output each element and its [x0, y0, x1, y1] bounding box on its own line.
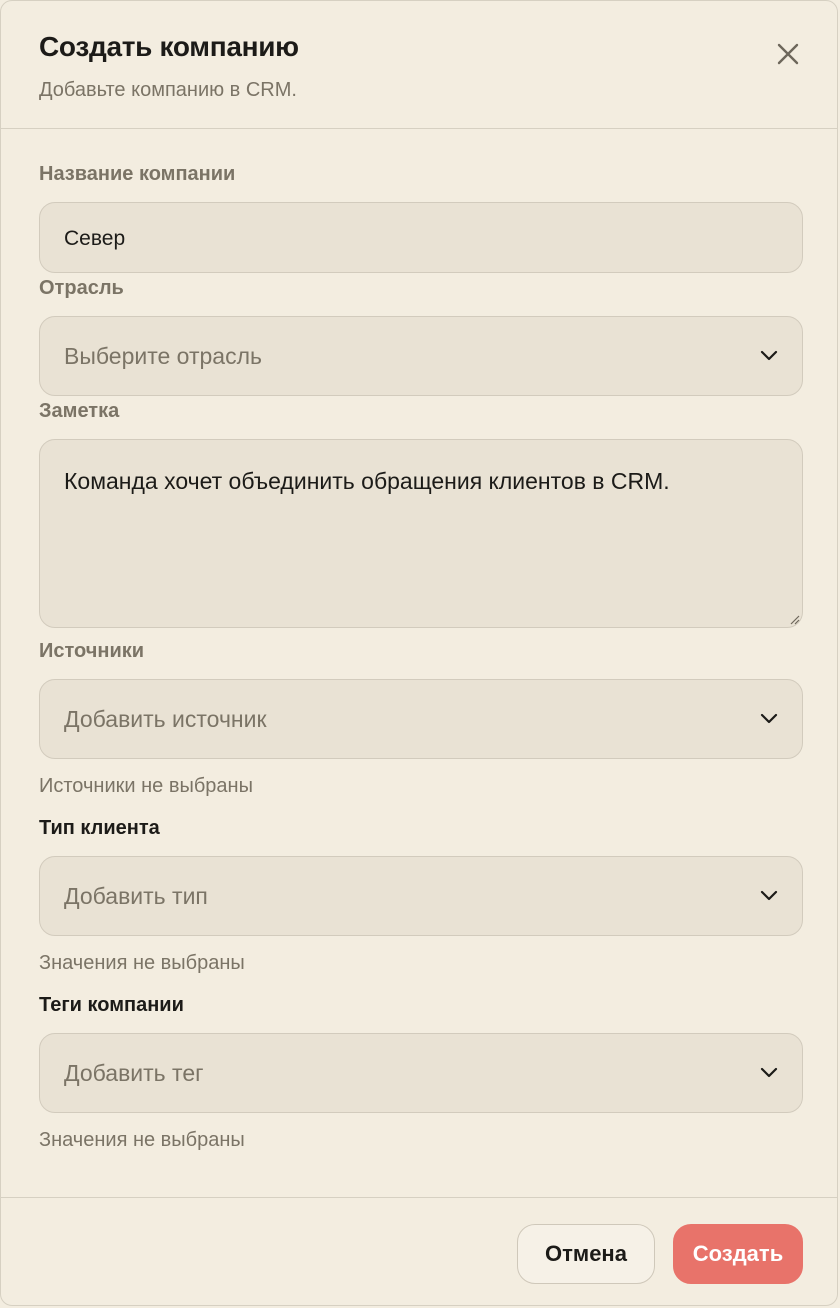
tags-label: Теги компании — [39, 994, 184, 1016]
cancel-button[interactable]: Отмена — [517, 1224, 655, 1284]
dialog-body: Название компании Север Отрасль Выберите… — [1, 129, 837, 1197]
tags-select[interactable]: Добавить тег — [39, 1033, 803, 1113]
note-textarea[interactable]: Команда хочет объединить обращения клиен… — [39, 439, 803, 628]
dialog-footer: Отмена Создать — [1, 1197, 837, 1305]
sources-select[interactable]: Добавить источник — [39, 679, 803, 759]
tags-helper: Значения не выбраны — [39, 1129, 245, 1151]
company-name-label: Название компании — [39, 163, 236, 185]
client-type-helper: Значения не выбраны — [39, 952, 245, 974]
chevron-down-icon — [760, 890, 778, 901]
tags-placeholder: Добавить тег — [64, 1060, 204, 1086]
close-button[interactable] — [773, 39, 803, 69]
sources-helper: Источники не выбраны — [39, 775, 253, 797]
dialog-title: Создать компанию — [39, 31, 299, 62]
chevron-down-icon — [760, 713, 778, 724]
industry-placeholder: Выберите отрасль — [64, 343, 262, 369]
dialog-subtitle: Добавьте компанию в CRM. — [39, 79, 297, 101]
create-company-dialog: Создать компанию Добавьте компанию в CRM… — [0, 0, 838, 1306]
note-value: Команда хочет объединить обращения клиен… — [64, 468, 670, 494]
close-icon — [777, 43, 799, 65]
sources-label: Источники — [39, 640, 145, 662]
chevron-down-icon — [760, 1067, 778, 1078]
industry-select[interactable]: Выберите отрасль — [39, 316, 803, 396]
chevron-down-icon — [760, 350, 778, 361]
company-name-input[interactable]: Север — [39, 202, 803, 273]
company-name-value: Север — [64, 227, 126, 250]
note-label: Заметка — [39, 400, 120, 422]
dialog-header: Создать компанию Добавьте компанию в CRM… — [1, 1, 837, 129]
industry-label: Отрасль — [39, 277, 124, 299]
client-type-placeholder: Добавить тип — [64, 883, 208, 909]
client-type-label: Тип клиента — [39, 817, 160, 839]
client-type-select[interactable]: Добавить тип — [39, 856, 803, 936]
resize-handle-icon[interactable] — [788, 613, 800, 625]
create-button[interactable]: Создать — [673, 1224, 803, 1284]
sources-placeholder: Добавить источник — [64, 706, 267, 732]
